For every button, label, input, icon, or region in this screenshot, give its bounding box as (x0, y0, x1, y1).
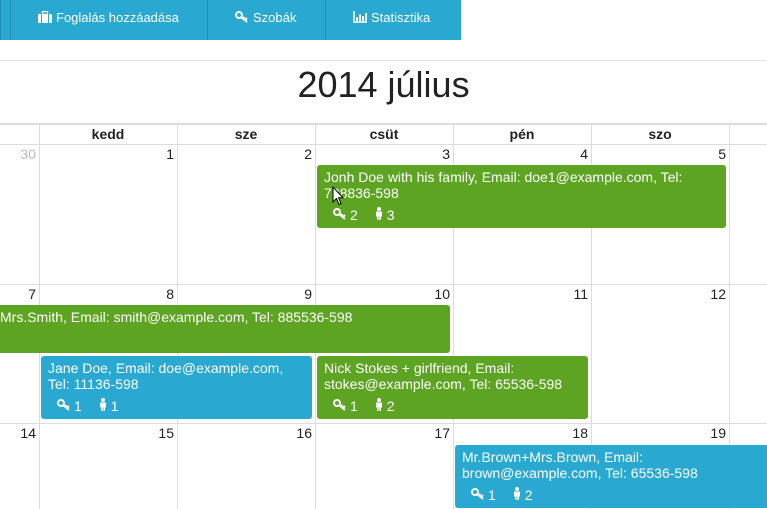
day-number[interactable]: 7 (6, 286, 36, 302)
grid-line (0, 284, 767, 285)
day-header-tuesday: kedd (91, 126, 125, 142)
event-text: Mrs.Smith, Email: smith@example.com, Tel… (0, 309, 353, 325)
person-icon (374, 207, 384, 223)
briefcase-icon (38, 1, 52, 37)
nav-item-statistics[interactable]: Statisztika (325, 0, 461, 40)
booking-event[interactable]: Nick Stokes + girlfriend, Email: stokes@… (317, 356, 588, 419)
key-icon (333, 398, 347, 414)
booking-event[interactable]: Jane Doe, Email: doe@example.com, Tel: 1… (41, 356, 312, 419)
day-number[interactable]: 11 (558, 286, 588, 302)
calendar-title: 2014 július (297, 64, 470, 105)
day-number[interactable]: 9 (282, 286, 312, 302)
grid-line (0, 423, 767, 424)
event-meta: 1 1 (57, 396, 130, 414)
bar-chart-icon (353, 1, 367, 37)
divider (0, 60, 767, 61)
day-header-saturday: szo (648, 126, 672, 142)
person-icon (374, 398, 384, 414)
day-number[interactable]: 14 (6, 425, 36, 441)
guest-count: 2 (386, 398, 395, 414)
room-count: 1 (350, 398, 358, 414)
booking-event[interactable]: Mr.Brown+Mrs.Brown, Email: brown@example… (455, 445, 767, 508)
key-icon (471, 487, 485, 503)
day-number[interactable]: 18 (558, 425, 588, 441)
top-nav-bar: Foglalás hozzáadása Szobák Statisztika (0, 0, 461, 40)
day-number[interactable]: 12 (696, 286, 726, 302)
day-number[interactable]: 16 (282, 425, 312, 441)
day-number[interactable]: 1 (144, 146, 174, 162)
event-meta: 2 3 (333, 205, 406, 223)
mouse-cursor-icon (332, 185, 345, 206)
day-number[interactable]: 3 (420, 146, 450, 162)
person-icon (98, 398, 108, 414)
nav-label: Foglalás hozzáadása (56, 10, 179, 25)
key-icon (57, 398, 71, 414)
day-number[interactable]: 17 (420, 425, 450, 441)
room-count: 2 (350, 207, 358, 223)
nav-item-rooms[interactable]: Szobák (207, 0, 325, 40)
grid-line (0, 144, 767, 145)
key-icon (235, 1, 249, 37)
day-header-friday: pén (509, 126, 535, 142)
event-meta: 1 2 (333, 396, 406, 414)
day-number[interactable]: 15 (144, 425, 174, 441)
day-number[interactable]: 30 (6, 146, 36, 162)
guest-count: 2 (524, 487, 533, 503)
day-number[interactable]: 8 (144, 286, 174, 302)
day-number[interactable]: 10 (420, 286, 450, 302)
room-count: 1 (488, 487, 496, 503)
day-number[interactable]: 5 (696, 146, 726, 162)
nav-item-add-booking[interactable]: Foglalás hozzáadása (10, 0, 207, 40)
day-number[interactable]: 19 (696, 425, 726, 441)
event-meta: 1 2 (471, 485, 544, 503)
day-header-wednesday: sze (234, 126, 258, 142)
event-text: Jane Doe, Email: doe@example.com, Tel: 1… (48, 360, 284, 392)
key-icon (333, 207, 347, 223)
booking-event[interactable]: Jonh Doe with his family, Email: doe1@ex… (317, 165, 726, 228)
day-header-thursday: csüt (369, 126, 399, 142)
nav-label: Statisztika (371, 10, 431, 25)
nav-label: Szobák (253, 10, 297, 25)
guest-count: 1 (110, 398, 119, 414)
booking-event[interactable]: Mrs.Smith, Email: smith@example.com, Tel… (0, 305, 450, 353)
day-number[interactable]: 4 (558, 146, 588, 162)
day-number[interactable]: 2 (282, 146, 312, 162)
event-text: Jonh Doe with his family, Email: doe1@ex… (324, 169, 683, 201)
guest-count: 3 (386, 207, 395, 223)
nav-item-partial[interactable] (0, 0, 10, 40)
room-count: 1 (74, 398, 82, 414)
event-text: Nick Stokes + girlfriend, Email: stokes@… (324, 360, 563, 392)
event-text: Mr.Brown+Mrs.Brown, Email: brown@example… (462, 449, 698, 481)
person-icon (512, 487, 522, 503)
